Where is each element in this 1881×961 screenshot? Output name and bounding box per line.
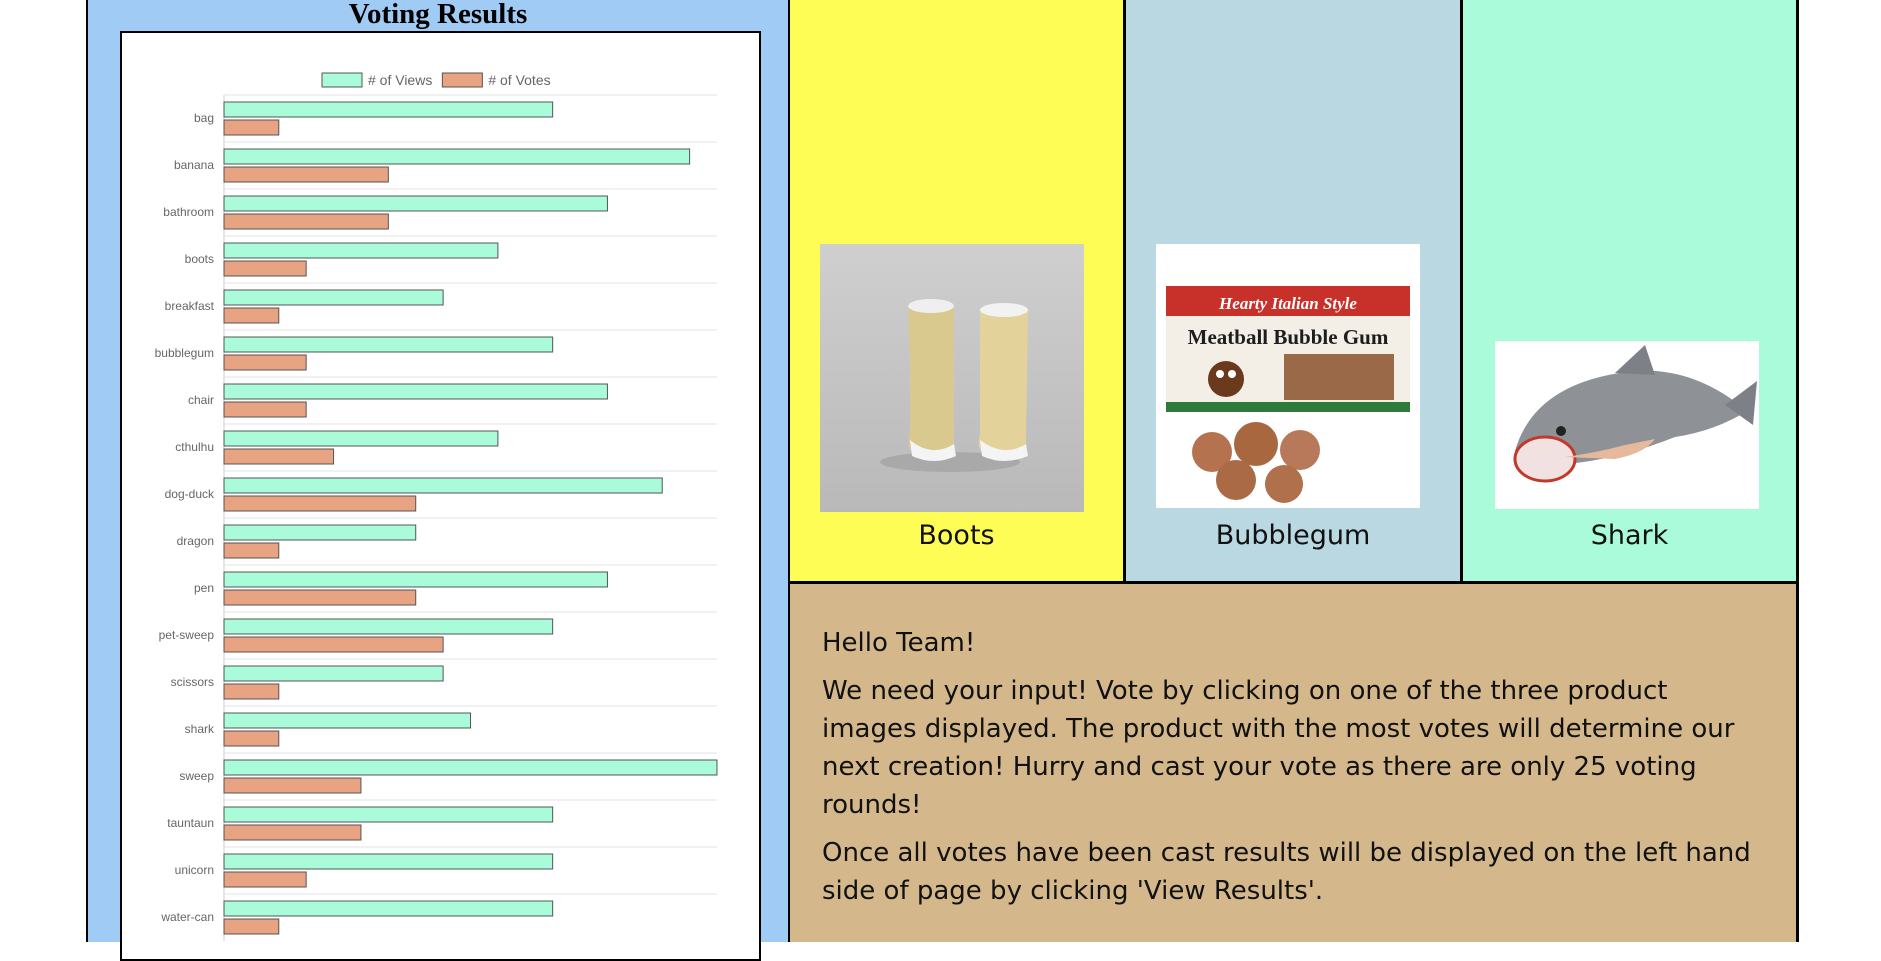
message-greeting: Hello Team! bbox=[822, 628, 976, 658]
category-label: banana bbox=[174, 158, 214, 172]
views-bar bbox=[223, 618, 554, 635]
legend-swatch bbox=[321, 72, 363, 88]
package-line1: Hearty Italian Style bbox=[1218, 294, 1357, 313]
views-bar bbox=[223, 900, 554, 917]
message-paragraph-1: We need your input! Vote by clicking on … bbox=[822, 676, 1735, 820]
votes-bar bbox=[223, 730, 280, 747]
product-label-boots: Boots bbox=[918, 520, 995, 551]
votes-bar bbox=[223, 448, 335, 465]
views-bar bbox=[223, 853, 554, 870]
views-bar bbox=[223, 759, 718, 776]
message-paragraph-2: Once all votes have been cast results wi… bbox=[822, 838, 1751, 906]
results-panel: Voting Results # of Views # of Votes bag ba… bbox=[86, 0, 790, 961]
votes-bar bbox=[223, 683, 280, 700]
views-bar bbox=[223, 571, 608, 588]
product-card-shark[interactable]: Shark bbox=[1463, 0, 1799, 584]
views-bar bbox=[223, 712, 471, 729]
shark-image[interactable] bbox=[1495, 341, 1759, 509]
category-label: dragon bbox=[177, 534, 214, 548]
product-card-bubblegum[interactable]: Hearty Italian Style Meatball Bubble Gum… bbox=[1126, 0, 1463, 584]
votes-bar bbox=[223, 918, 280, 935]
category-label: pen bbox=[194, 581, 214, 595]
category-label: unicorn bbox=[175, 863, 214, 877]
message-panel: Hello Team! We need your input! Vote by … bbox=[790, 584, 1799, 942]
views-bar bbox=[223, 148, 691, 165]
votes-bar bbox=[223, 260, 307, 277]
votes-bar bbox=[223, 354, 307, 371]
category-label: bag bbox=[194, 111, 214, 125]
views-bar bbox=[223, 524, 417, 541]
views-bar bbox=[223, 383, 608, 400]
product-label-bubblegum: Bubblegum bbox=[1215, 520, 1371, 551]
views-bar bbox=[223, 289, 444, 306]
category-label: shark bbox=[185, 722, 215, 736]
votes-bar bbox=[223, 401, 307, 418]
votes-bar bbox=[223, 636, 444, 653]
results-title: Voting Results bbox=[348, 0, 528, 30]
views-bar bbox=[223, 430, 499, 447]
category-label: tauntaun bbox=[167, 816, 214, 830]
product-card-boots[interactable]: Boots bbox=[790, 0, 1126, 584]
category-label: bathroom bbox=[163, 205, 214, 219]
category-label: dog-duck bbox=[165, 487, 215, 501]
category-label: scissors bbox=[171, 675, 214, 689]
votes-bar bbox=[223, 542, 280, 559]
votes-bar bbox=[223, 824, 362, 841]
category-label: water-can bbox=[160, 910, 214, 924]
category-label: cthulhu bbox=[175, 440, 214, 454]
votes-bar bbox=[223, 213, 389, 230]
votes-bar bbox=[223, 871, 307, 888]
product-label-shark: Shark bbox=[1590, 520, 1669, 551]
bubblegum-image[interactable]: Hearty Italian Style Meatball Bubble Gum bbox=[1156, 244, 1420, 508]
category-label: sweep bbox=[179, 769, 214, 783]
votes-bar bbox=[223, 589, 417, 606]
views-bar bbox=[223, 195, 608, 212]
voting-chart: # of Views # of Votes bag banana bathroom boo… bbox=[120, 31, 761, 961]
votes-bar bbox=[223, 495, 417, 512]
votes-bar bbox=[223, 307, 280, 324]
views-bar bbox=[223, 477, 663, 494]
chart-canvas: # of Views # of Votes bag banana bathroom boo… bbox=[155, 72, 718, 941]
category-label: chair bbox=[188, 393, 214, 407]
votes-bar bbox=[223, 166, 389, 183]
category-label: bubblegum bbox=[155, 346, 214, 360]
votes-bar bbox=[223, 119, 280, 136]
category-label: breakfast bbox=[165, 299, 215, 313]
votes-bar bbox=[223, 777, 362, 794]
views-bar bbox=[223, 665, 444, 682]
views-bar bbox=[223, 806, 554, 823]
legend-label: # of Votes bbox=[488, 72, 550, 88]
legend-label: # of Views bbox=[368, 72, 432, 88]
views-bar bbox=[223, 101, 554, 118]
category-label: boots bbox=[185, 252, 214, 266]
package-line2: Meatball Bubble Gum bbox=[1188, 325, 1389, 349]
legend-swatch bbox=[441, 72, 483, 88]
boots-image[interactable] bbox=[820, 244, 1084, 512]
views-bar bbox=[223, 242, 499, 259]
views-bar bbox=[223, 336, 554, 353]
category-label: pet-sweep bbox=[159, 628, 215, 642]
